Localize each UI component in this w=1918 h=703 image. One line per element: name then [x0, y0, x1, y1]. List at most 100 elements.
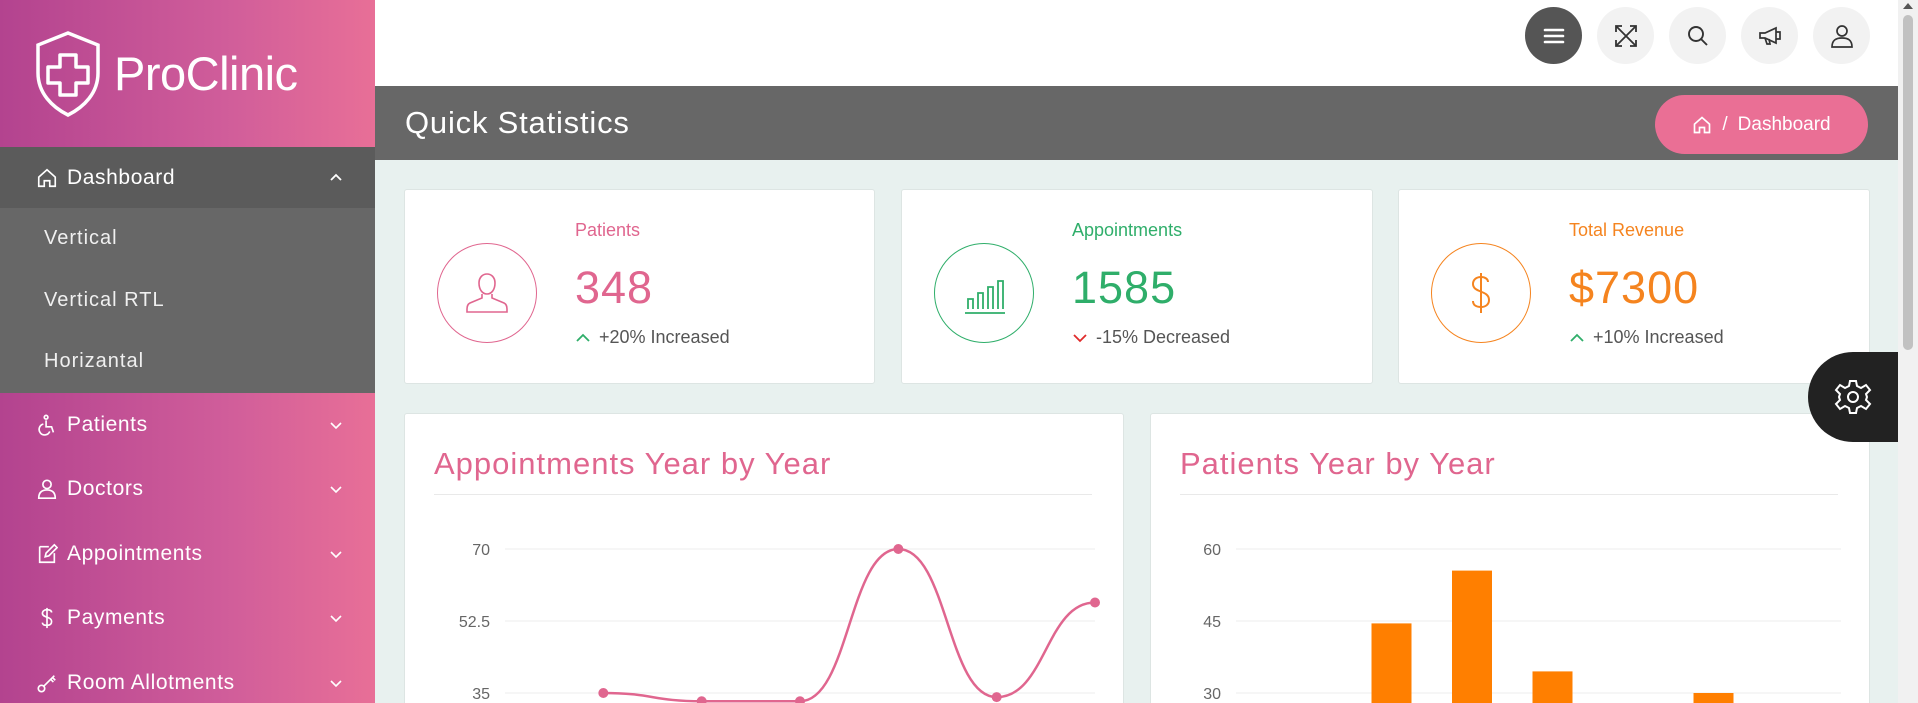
scroll-thumb[interactable] [1903, 15, 1913, 350]
search-icon [1687, 25, 1708, 46]
stat-trend: +10% Increased [1569, 327, 1724, 348]
sidebar-item-label: Payments [67, 606, 166, 630]
y-tick-label: 35 [472, 686, 490, 703]
brand-name: ProClinic [114, 47, 298, 100]
page-header: Quick Statistics / Dashboard [375, 86, 1898, 160]
submenu-item-horizantal[interactable]: Horizantal [0, 331, 375, 393]
sidebar-item-label: Patients [67, 412, 148, 436]
stat-trend: -15% Decreased [1072, 327, 1230, 348]
arrow-down-icon [1073, 333, 1087, 342]
chevron-down-icon [330, 615, 342, 623]
main-content: Quick Statistics / Dashboard Patients 34… [375, 0, 1898, 703]
appointments-line-chart: 70 52.5 35 [459, 542, 1100, 703]
page-title: Quick Statistics [405, 105, 630, 140]
fullscreen-icon [1614, 24, 1637, 47]
data-point [893, 544, 904, 554]
shield-cross-icon [36, 30, 100, 117]
bar [1452, 570, 1492, 703]
y-tick-label: 52.5 [459, 614, 490, 631]
sidebar-item-label: Appointments [67, 541, 203, 565]
fullscreen-button[interactable] [1597, 7, 1654, 64]
scroll-up-arrow[interactable] [1903, 3, 1913, 9]
stat-card-appointments: Appointments 1585 -15% Decreased [901, 189, 1373, 384]
bar [1693, 693, 1734, 703]
y-tick-label: 45 [1203, 614, 1221, 631]
dollar-icon [36, 607, 58, 629]
page-scrollbar[interactable] [1898, 0, 1918, 703]
sidebar-item-patients[interactable]: Patients [0, 393, 375, 458]
stat-card-revenue: Total Revenue $7300 +10% Increased [1398, 189, 1870, 384]
stat-trend-text: -15% Decreased [1096, 327, 1231, 347]
sidebar-item-appointments[interactable]: Appointments [0, 522, 375, 587]
sidebar-item-dashboard[interactable]: Dashboard [0, 147, 375, 208]
data-point [991, 692, 1002, 703]
stat-value: 1585 [1072, 262, 1177, 313]
submenu-item-vertical[interactable]: Vertical [0, 208, 375, 270]
bar-chart-icon [965, 280, 1005, 314]
stat-label: Patients [575, 220, 641, 240]
search-button[interactable] [1669, 7, 1726, 64]
key-icon [36, 672, 58, 694]
wheelchair-icon [36, 414, 58, 436]
doctor-icon [36, 478, 58, 500]
patients-bar-chart: 60 45 30 [1203, 542, 1841, 703]
stat-value: $7300 [1569, 262, 1700, 313]
sidebar-item-payments[interactable]: Payments [0, 586, 375, 651]
arrow-up-icon [576, 333, 590, 342]
series-line [603, 547, 1096, 703]
breadcrumb-current: Dashboard [1737, 113, 1831, 135]
menu-toggle-button[interactable] [1525, 7, 1582, 64]
y-tick-label: 60 [1203, 542, 1221, 559]
home-icon [1694, 115, 1711, 133]
menu-icon [1543, 28, 1564, 43]
stat-trend: +20% Increased [575, 327, 730, 348]
bar [1532, 671, 1573, 703]
stat-value: 348 [575, 262, 654, 313]
stat-trend-text: +10% Increased [1593, 327, 1724, 347]
stat-icon-circle [1431, 243, 1531, 343]
chart-card-patients: Patients Year by Year 60 45 30 [1150, 413, 1870, 703]
chart-card-appointments: Appointments Year by Year 70 52.5 35 [404, 413, 1124, 703]
user-icon [1830, 24, 1853, 48]
submenu-item-vertical-rtl[interactable]: Vertical RTL [0, 270, 375, 332]
sidebar-item-doctors[interactable]: Doctors [0, 457, 375, 522]
sidebar-item-label: Room Allotments [67, 670, 235, 694]
arrow-up-icon [1570, 333, 1584, 342]
sidebar-item-label: Dashboard [67, 165, 176, 189]
logo[interactable]: ProClinic [0, 0, 375, 147]
sidebar-item-room-allotments[interactable]: Room Allotments [0, 651, 375, 703]
home-icon [36, 167, 58, 189]
stat-icon-circle [934, 243, 1034, 343]
sidebar: ProClinic Dashboard Vertical Vertical RT… [0, 0, 375, 703]
settings-toggle-button[interactable] [1808, 352, 1898, 442]
announcements-button[interactable] [1741, 7, 1798, 64]
gear-icon [1834, 380, 1872, 414]
breadcrumb-separator: / [1722, 113, 1728, 135]
sidebar-item-label: Doctors [67, 477, 144, 501]
chevron-up-icon [330, 173, 342, 181]
dollar-icon [1471, 273, 1491, 313]
bar [1371, 623, 1412, 703]
stat-icon-circle [437, 243, 537, 343]
data-point [795, 696, 805, 703]
stat-label: Total Revenue [1569, 220, 1685, 240]
chevron-down-icon [330, 551, 342, 558]
data-point [696, 696, 707, 703]
topbar [375, 0, 1898, 86]
breadcrumb[interactable]: / Dashboard [1655, 95, 1868, 154]
stat-label: Appointments [1072, 220, 1183, 240]
y-tick-label: 30 [1203, 686, 1221, 703]
y-tick-label: 70 [472, 542, 490, 559]
chevron-down-icon [330, 422, 342, 429]
data-point [598, 688, 609, 698]
chevron-down-icon [330, 680, 342, 687]
chevron-down-icon [330, 486, 342, 494]
edit-icon [36, 543, 58, 565]
data-point [1090, 597, 1100, 608]
user-icon [466, 273, 508, 313]
dashboard-submenu: Vertical Vertical RTL Horizantal [0, 208, 375, 393]
stat-trend-text: +20% Increased [599, 327, 730, 347]
stat-card-patients: Patients 348 +20% Increased [404, 189, 875, 384]
megaphone-icon [1758, 26, 1781, 45]
user-profile-button[interactable] [1813, 7, 1870, 64]
